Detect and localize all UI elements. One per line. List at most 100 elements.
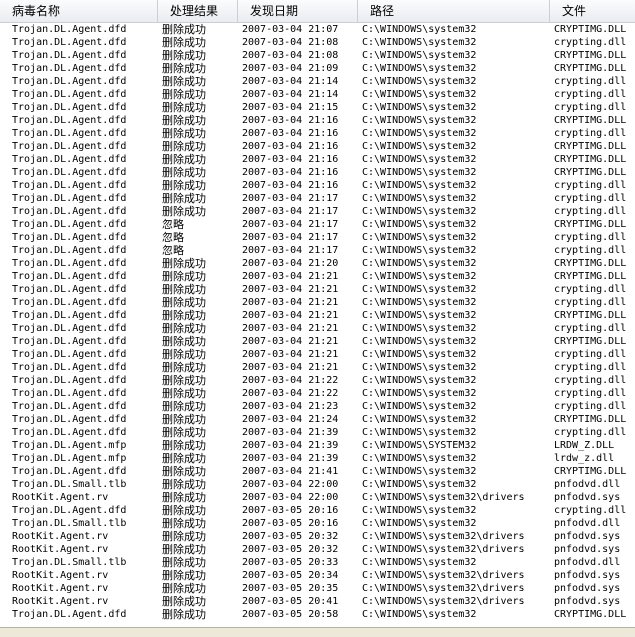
column-header-file[interactable]: 文件 <box>550 0 635 22</box>
row-path: C:\WINDOWS\system32 <box>362 154 477 165</box>
row-virus-name: Trojan.DL.Agent.dfd <box>12 505 127 516</box>
row-file: lrdw_z.dll <box>554 453 615 464</box>
table-row[interactable]: Trojan.DL.Agent.dfd 删除成功 2007-03-04 21:39 C… <box>0 426 635 439</box>
row-virus-name: Trojan.DL.Small.tlb <box>12 557 127 568</box>
row-result: 删除成功 <box>162 465 206 478</box>
table-row[interactable]: Trojan.DL.Agent.dfd 删除成功 2007-03-04 21:16 C… <box>0 179 635 192</box>
table-row[interactable]: Trojan.DL.Agent.dfd 忽略 2007-03-04 21:17 C:\… <box>0 231 635 244</box>
row-file: pnfodvd.sys <box>554 531 621 542</box>
row-file: pnfodvd.dll <box>554 479 621 490</box>
table-row[interactable]: Trojan.DL.Agent.dfd 删除成功 2007-03-04 21:14 C… <box>0 75 635 88</box>
row-date: 2007-03-04 21:16 <box>242 128 339 139</box>
table-row[interactable]: Trojan.DL.Agent.dfd 删除成功 2007-03-04 21:16 C… <box>0 166 635 179</box>
table-row[interactable]: Trojan.DL.Agent.dfd 删除成功 2007-03-04 21:22 C… <box>0 387 635 400</box>
row-virus-name: RootKit.Agent.rv <box>12 544 109 555</box>
table-row[interactable]: Trojan.DL.Agent.dfd 忽略 2007-03-04 21:17 C:\… <box>0 218 635 231</box>
row-virus-name: Trojan.DL.Agent.dfd <box>12 128 127 139</box>
row-result: 删除成功 <box>162 296 206 309</box>
row-file: CRYPTIMG.DLL <box>554 154 627 165</box>
table-row[interactable]: Trojan.DL.Agent.dfd 删除成功 2007-03-04 21:08 C… <box>0 49 635 62</box>
row-result: 删除成功 <box>162 101 206 114</box>
table-row[interactable]: Trojan.DL.Agent.dfd 删除成功 2007-03-05 20:58 C… <box>0 608 635 621</box>
row-virus-name: Trojan.DL.Agent.mfp <box>12 453 127 464</box>
row-result: 删除成功 <box>162 452 206 465</box>
table-row[interactable]: Trojan.DL.Agent.dfd 删除成功 2007-03-04 21:21 C… <box>0 270 635 283</box>
row-result: 删除成功 <box>162 257 206 270</box>
column-header-path[interactable]: 路径 <box>358 0 550 22</box>
table-row[interactable]: RootKit.Agent.rv 删除成功 2007-03-05 20:41 C:\W… <box>0 595 635 608</box>
row-result: 删除成功 <box>162 413 206 426</box>
row-result: 删除成功 <box>162 283 206 296</box>
row-file: crypting.dll <box>554 102 627 113</box>
row-date: 2007-03-05 20:32 <box>242 531 339 542</box>
table-row[interactable]: Trojan.DL.Agent.dfd 删除成功 2007-03-04 21:41 C… <box>0 465 635 478</box>
table-row[interactable]: Trojan.DL.Agent.dfd 删除成功 2007-03-04 21:21 C… <box>0 361 635 374</box>
table-row[interactable]: Trojan.DL.Agent.dfd 删除成功 2007-03-04 21:21 C… <box>0 335 635 348</box>
row-result: 删除成功 <box>162 166 206 179</box>
table-row[interactable]: Trojan.DL.Small.tlb 删除成功 2007-03-05 20:16 C… <box>0 517 635 530</box>
table-row[interactable]: Trojan.DL.Agent.mfp 删除成功 2007-03-04 21:39 C… <box>0 452 635 465</box>
table-row[interactable]: Trojan.DL.Agent.dfd 删除成功 2007-03-04 21:15 C… <box>0 101 635 114</box>
column-header-result[interactable]: 处理结果 <box>158 0 238 22</box>
row-virus-name: Trojan.DL.Agent.dfd <box>12 388 127 399</box>
table-row[interactable]: RootKit.Agent.rv 删除成功 2007-03-05 20:32 C:\W… <box>0 530 635 543</box>
table-row[interactable]: Trojan.DL.Agent.dfd 忽略 2007-03-04 21:17 C:\… <box>0 244 635 257</box>
table-row[interactable]: RootKit.Agent.rv 删除成功 2007-03-04 22:00 C:\W… <box>0 491 635 504</box>
row-file: crypting.dll <box>554 193 627 204</box>
row-path: C:\WINDOWS\system32 <box>362 219 477 230</box>
table-row[interactable]: RootKit.Agent.rv 删除成功 2007-03-05 20:35 C:\W… <box>0 582 635 595</box>
row-result: 忽略 <box>162 218 184 231</box>
row-file: CRYPTIMG.DLL <box>554 141 627 152</box>
row-date: 2007-03-05 20:34 <box>242 570 339 581</box>
table-row[interactable]: Trojan.DL.Agent.mfp 删除成功 2007-03-04 21:39 C… <box>0 439 635 452</box>
row-virus-name: Trojan.DL.Agent.dfd <box>12 50 127 61</box>
table-row[interactable]: RootKit.Agent.rv 删除成功 2007-03-05 20:34 C:\W… <box>0 569 635 582</box>
row-file: crypting.dll <box>554 375 627 386</box>
table-row[interactable]: Trojan.DL.Agent.dfd 删除成功 2007-03-04 21:24 C… <box>0 413 635 426</box>
table-row[interactable]: Trojan.DL.Small.tlb 删除成功 2007-03-04 22:00 C… <box>0 478 635 491</box>
table-row[interactable]: Trojan.DL.Small.tlb 删除成功 2007-03-05 20:33 C… <box>0 556 635 569</box>
table-row[interactable]: RootKit.Agent.rv 删除成功 2007-03-05 20:32 C:\W… <box>0 543 635 556</box>
table-row[interactable]: Trojan.DL.Agent.dfd 删除成功 2007-03-04 21:17 C… <box>0 205 635 218</box>
row-path: C:\WINDOWS\system32 <box>362 323 477 334</box>
row-file: crypting.dll <box>554 76 627 87</box>
table-row[interactable]: Trojan.DL.Agent.dfd 删除成功 2007-03-04 21:16 C… <box>0 153 635 166</box>
table-row[interactable]: Trojan.DL.Agent.dfd 删除成功 2007-03-04 21:14 C… <box>0 88 635 101</box>
row-result: 删除成功 <box>162 556 206 569</box>
table-row[interactable]: Trojan.DL.Agent.dfd 删除成功 2007-03-04 21:21 C… <box>0 283 635 296</box>
table-row[interactable]: Trojan.DL.Agent.dfd 删除成功 2007-03-04 21:07 C… <box>0 23 635 36</box>
row-virus-name: Trojan.DL.Agent.dfd <box>12 310 127 321</box>
row-date: 2007-03-04 21:16 <box>242 167 339 178</box>
table-row[interactable]: Trojan.DL.Agent.dfd 删除成功 2007-03-04 21:21 C… <box>0 309 635 322</box>
table-row[interactable]: Trojan.DL.Agent.dfd 删除成功 2007-03-04 21:16 C… <box>0 127 635 140</box>
column-header-date[interactable]: 发现日期 <box>238 0 358 22</box>
row-date: 2007-03-04 21:16 <box>242 154 339 165</box>
row-file: crypting.dll <box>554 505 627 516</box>
table-row[interactable]: Trojan.DL.Agent.dfd 删除成功 2007-03-04 21:21 C… <box>0 348 635 361</box>
row-path: C:\WINDOWS\system32 <box>362 609 477 620</box>
table-row[interactable]: Trojan.DL.Agent.dfd 删除成功 2007-03-04 21:16 C… <box>0 114 635 127</box>
table-row[interactable]: Trojan.DL.Agent.dfd 删除成功 2007-03-04 21:09 C… <box>0 62 635 75</box>
row-file: CRYPTIMG.DLL <box>554 336 627 347</box>
table-row[interactable]: Trojan.DL.Agent.dfd 删除成功 2007-03-04 21:17 C… <box>0 192 635 205</box>
row-date: 2007-03-04 22:00 <box>242 479 339 490</box>
row-result: 删除成功 <box>162 322 206 335</box>
table-row[interactable]: Trojan.DL.Agent.dfd 删除成功 2007-03-04 21:16 C… <box>0 140 635 153</box>
table-row[interactable]: Trojan.DL.Agent.dfd 删除成功 2007-03-05 20:16 C… <box>0 504 635 517</box>
table-row[interactable]: Trojan.DL.Agent.dfd 删除成功 2007-03-04 21:23 C… <box>0 400 635 413</box>
table-row[interactable]: Trojan.DL.Agent.dfd 删除成功 2007-03-04 21:21 C… <box>0 296 635 309</box>
table-row[interactable]: Trojan.DL.Agent.dfd 删除成功 2007-03-04 21:21 C… <box>0 322 635 335</box>
row-result: 删除成功 <box>162 88 206 101</box>
row-path: C:\WINDOWS\system32 <box>362 193 477 204</box>
column-header-name[interactable]: 病毒名称 <box>0 0 158 22</box>
row-result: 删除成功 <box>162 569 206 582</box>
virus-log-listview[interactable]: 病毒名称 处理结果 发现日期 路径 文件 Trojan.DL.Agent.dfd… <box>0 0 635 627</box>
table-row[interactable]: Trojan.DL.Agent.dfd 删除成功 2007-03-04 21:08 C… <box>0 36 635 49</box>
row-date: 2007-03-05 20:41 <box>242 596 339 607</box>
table-row[interactable]: Trojan.DL.Agent.dfd 删除成功 2007-03-04 21:22 C… <box>0 374 635 387</box>
row-virus-name: Trojan.DL.Agent.dfd <box>12 24 127 35</box>
row-path: C:\WINDOWS\system32 <box>362 518 477 529</box>
row-virus-name: Trojan.DL.Agent.dfd <box>12 466 127 477</box>
table-row[interactable]: Trojan.DL.Agent.dfd 删除成功 2007-03-04 21:20 C… <box>0 257 635 270</box>
row-path: C:\WINDOWS\system32 <box>362 401 477 412</box>
